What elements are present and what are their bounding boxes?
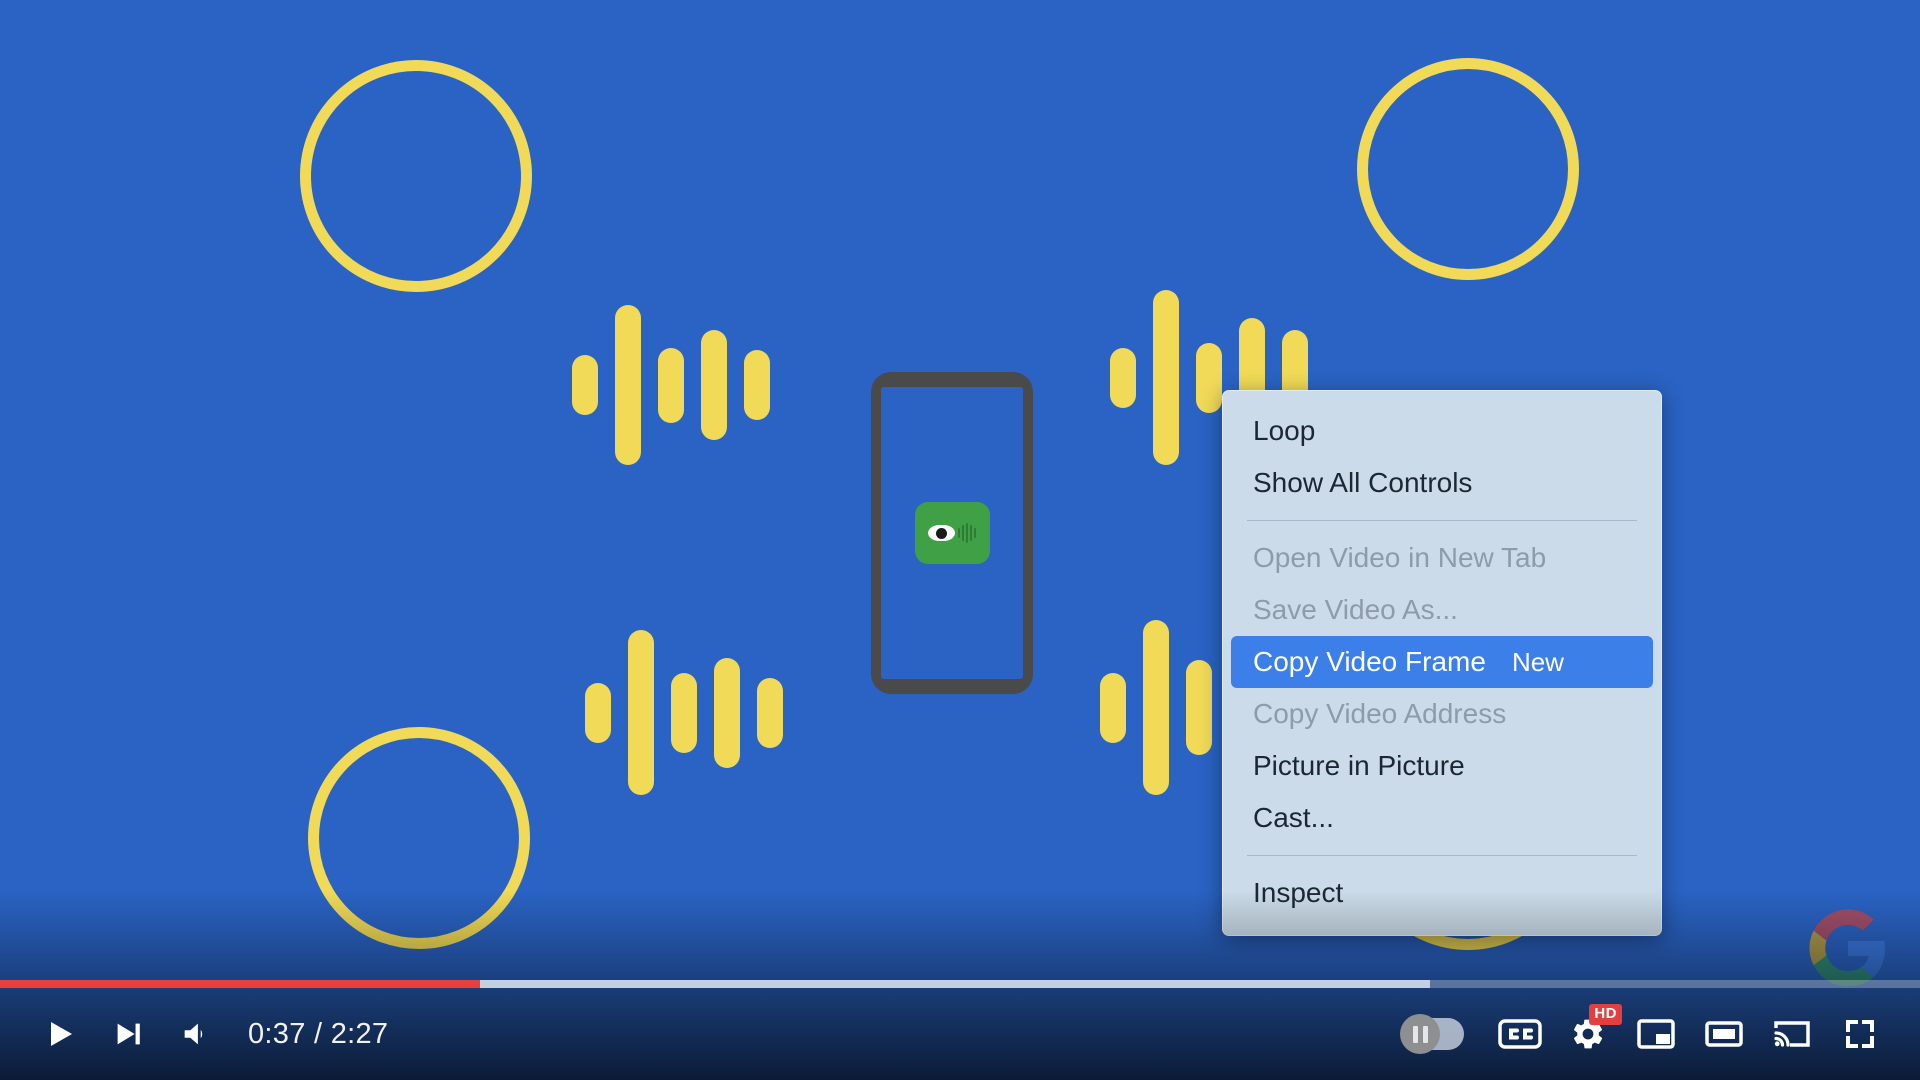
sound-wave-bars (585, 630, 783, 795)
miniplayer-button[interactable] (1622, 1000, 1690, 1068)
next-video-button[interactable] (94, 1000, 162, 1068)
eye-icon (928, 525, 955, 541)
video-player: Loop Show All Controls Open Video in New… (0, 0, 1920, 1080)
menu-item-label: Loop (1253, 415, 1316, 446)
menu-separator (1247, 520, 1637, 521)
menu-item-label: Save Video As... (1253, 594, 1458, 625)
progress-bar[interactable] (0, 980, 1920, 988)
menu-item-label: Show All Controls (1253, 467, 1473, 498)
video-context-menu[interactable]: Loop Show All Controls Open Video in New… (1222, 390, 1662, 936)
menu-item-inspect[interactable]: Inspect (1231, 867, 1653, 919)
yellow-ring (308, 727, 530, 949)
menu-item-loop[interactable]: Loop (1231, 405, 1653, 457)
fullscreen-button[interactable] (1826, 1000, 1894, 1068)
menu-item-label: Cast... (1253, 802, 1334, 833)
autoplay-knob-pause-icon (1400, 1014, 1440, 1054)
smartphone-illustration (871, 372, 1033, 694)
menu-item-copy-video-frame[interactable]: Copy Video Frame New (1231, 636, 1653, 688)
menu-item-open-video-in-new-tab: Open Video in New Tab (1231, 532, 1653, 584)
quality-hd-badge: HD (1589, 1004, 1622, 1025)
left-controls: 0:37 / 2:27 (26, 1000, 388, 1068)
player-controls-bar: 0:37 / 2:27 HD (0, 988, 1920, 1080)
phone-screen (881, 387, 1023, 679)
wave-lines-icon (958, 523, 976, 543)
settings-button[interactable]: HD (1554, 1000, 1622, 1068)
eye-app-icon (914, 502, 990, 564)
progress-played (0, 980, 480, 988)
yellow-ring (300, 60, 532, 292)
menu-item-label: Open Video in New Tab (1253, 542, 1547, 573)
menu-item-new-badge: New (1511, 647, 1564, 677)
menu-separator (1247, 855, 1637, 856)
captions-button[interactable] (1486, 1000, 1554, 1068)
menu-item-picture-in-picture[interactable]: Picture in Picture (1231, 740, 1653, 792)
right-controls: HD (1380, 1000, 1894, 1068)
time-display: 0:37 / 2:27 (248, 1017, 389, 1050)
cast-button[interactable] (1758, 1000, 1826, 1068)
menu-item-show-all-controls[interactable]: Show All Controls (1231, 457, 1653, 509)
menu-item-label: Copy Video Frame (1253, 646, 1486, 677)
volume-button[interactable] (162, 1000, 230, 1068)
menu-item-copy-video-address: Copy Video Address (1231, 688, 1653, 740)
yellow-ring (1357, 58, 1579, 280)
autoplay-toggle[interactable] (1400, 1014, 1464, 1054)
menu-item-label: Copy Video Address (1253, 698, 1507, 729)
menu-item-save-video-as: Save Video As... (1231, 584, 1653, 636)
menu-item-label: Inspect (1253, 877, 1344, 908)
menu-item-label: Picture in Picture (1253, 750, 1465, 781)
play-button[interactable] (26, 1000, 94, 1068)
menu-item-cast[interactable]: Cast... (1231, 792, 1653, 844)
google-logo-icon (1809, 909, 1885, 987)
theater-mode-button[interactable] (1690, 1000, 1758, 1068)
sound-wave-bars (572, 305, 770, 465)
